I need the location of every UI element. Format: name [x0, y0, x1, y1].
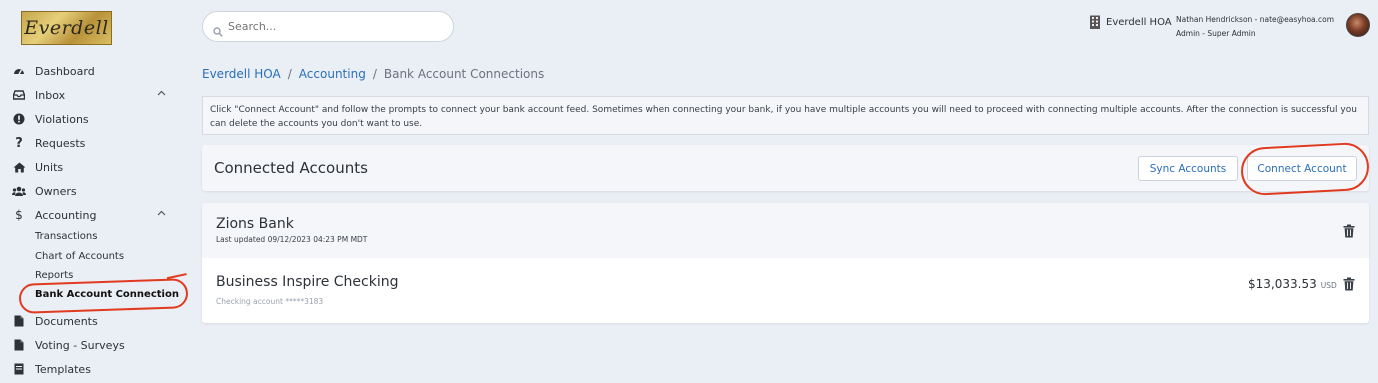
avatar[interactable] — [1346, 13, 1370, 37]
balance-amount: $13,033.53 — [1248, 277, 1317, 291]
sidebar-item-label: Dashboard — [35, 64, 95, 78]
user-name-email: Nathan Hendrickson - nate@easyhoa.com — [1176, 15, 1335, 24]
alert-circle-icon — [12, 112, 26, 126]
user-role: Admin - Super Admin — [1176, 29, 1256, 38]
delete-bank-icon[interactable] — [1343, 223, 1355, 238]
search-input[interactable] — [228, 20, 438, 33]
bank-header: Zions Bank Last updated 09/12/2023 04:23… — [202, 203, 1369, 258]
sidebar-item-voting-surveys[interactable]: Voting - Surveys — [12, 335, 172, 355]
document-icon — [12, 338, 26, 352]
sync-accounts-button[interactable]: Sync Accounts — [1138, 156, 1238, 181]
sidebar-item-requests[interactable]: ? Requests — [12, 133, 172, 153]
chevron-up-icon[interactable] — [157, 88, 166, 99]
sidebar-item-documents[interactable]: Documents — [12, 311, 172, 331]
breadcrumb-accounting-link[interactable]: Accounting — [299, 67, 366, 81]
bank-name: Zions Bank — [216, 216, 294, 232]
sidebar-item-violations[interactable]: Violations — [12, 109, 172, 129]
breadcrumb: Everdell HOA / Accounting / Bank Account… — [202, 67, 544, 81]
sidebar-item-label: Voting - Surveys — [35, 338, 125, 352]
sidebar-item-label: Documents — [35, 314, 98, 328]
sidebar-item-label: Owners — [35, 184, 77, 198]
sidebar-item-label: Accounting — [35, 208, 97, 222]
org-name: Everdell HOA — [1106, 16, 1172, 28]
connected-accounts-header: Connected Accounts Sync Accounts Connect… — [202, 145, 1369, 191]
document-icon — [12, 314, 26, 328]
delete-account-icon[interactable] — [1343, 276, 1355, 291]
sidebar-item-dashboard[interactable]: Dashboard — [12, 61, 172, 81]
breadcrumb-home-link[interactable]: Everdell HOA — [202, 67, 281, 81]
sidebar-item-label: Requests — [35, 136, 86, 150]
question-icon: ? — [15, 135, 23, 151]
account-name: Business Inspire Checking — [216, 274, 399, 290]
breadcrumb-current: Bank Account Connections — [383, 67, 545, 81]
search-icon — [213, 22, 223, 37]
building-icon — [1089, 15, 1101, 29]
annotation-circle — [18, 278, 189, 314]
document-icon — [12, 362, 26, 376]
chevron-up-icon[interactable] — [157, 208, 166, 219]
dashboard-icon — [12, 64, 26, 78]
dollar-icon: $ — [15, 208, 23, 222]
sidebar-item-accounting[interactable]: $ Accounting — [12, 205, 172, 225]
logo-text: Everdell — [24, 17, 109, 39]
app-logo[interactable]: Everdell — [21, 11, 112, 45]
sidebar-item-label: Inbox — [35, 88, 66, 102]
account-number: Checking account *****3183 — [216, 297, 324, 306]
sidebar-item-inbox[interactable]: Inbox — [12, 85, 172, 105]
account-balance: $13,033.53 USD — [1248, 277, 1337, 291]
users-icon — [12, 184, 26, 198]
inbox-icon — [12, 88, 26, 102]
org-switcher[interactable]: Everdell HOA — [1089, 15, 1172, 29]
user-menu[interactable]: Nathan Hendrickson - nate@easyhoa.com Ad… — [1176, 13, 1334, 41]
sidebar-item-label: Templates — [35, 362, 91, 376]
sidebar-subitem-chart-of-accounts[interactable]: Chart of Accounts — [35, 248, 124, 264]
home-icon — [12, 160, 26, 174]
info-notice: Click "Connect Account" and follow the p… — [202, 96, 1369, 135]
breadcrumb-separator: / — [372, 67, 377, 81]
annotation-circle — [1239, 141, 1371, 197]
sidebar-subitem-transactions[interactable]: Transactions — [35, 228, 97, 244]
section-title: Connected Accounts — [214, 159, 368, 177]
sidebar-subitem-reports[interactable]: Reports — [35, 267, 73, 283]
bank-last-updated: Last updated 09/12/2023 04:23 PM MDT — [216, 235, 368, 244]
breadcrumb-separator: / — [287, 67, 292, 81]
sidebar: Everdell Dashboard Inbox Violations ? Re… — [0, 0, 190, 383]
balance-currency: USD — [1320, 281, 1337, 290]
sidebar-item-units[interactable]: Units — [12, 157, 172, 177]
sidebar-item-label: Units — [35, 160, 64, 174]
search-box[interactable] — [202, 11, 454, 42]
sidebar-item-owners[interactable]: Owners — [12, 181, 172, 201]
sidebar-item-templates[interactable]: Templates — [12, 359, 172, 379]
sidebar-item-label: Violations — [35, 112, 89, 126]
bank-card: Zions Bank Last updated 09/12/2023 04:23… — [202, 203, 1369, 323]
